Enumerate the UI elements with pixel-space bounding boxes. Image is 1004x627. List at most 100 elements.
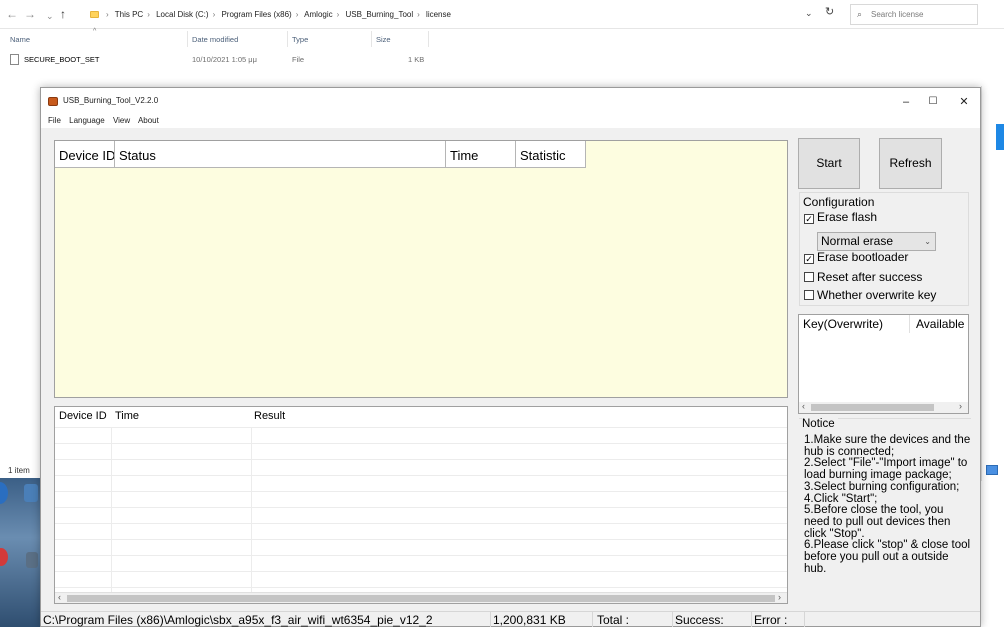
column-divider[interactable] bbox=[371, 31, 372, 47]
column-header-time[interactable]: Time bbox=[446, 141, 516, 168]
horizontal-scrollbar[interactable]: ‹ › bbox=[799, 401, 968, 413]
row-divider bbox=[55, 539, 787, 540]
column-header-type[interactable]: Type bbox=[292, 35, 308, 44]
search-icon: ⌕ bbox=[857, 9, 863, 19]
column-header-statistic[interactable]: Statistic bbox=[516, 141, 586, 168]
start-button[interactable]: Start bbox=[798, 138, 860, 189]
notice-line: 6.Please click "stop" & close tool befor… bbox=[804, 539, 971, 575]
chevron-down-icon[interactable]: ⌄ bbox=[805, 8, 813, 19]
column-header-device-id[interactable]: Device ID bbox=[55, 141, 115, 168]
checkbox-unchecked-icon[interactable] bbox=[804, 290, 814, 300]
erase-bootloader-checkbox[interactable]: ✓ Erase bootloader bbox=[804, 250, 908, 264]
image-size: 1,200,831 KB bbox=[491, 612, 593, 627]
column-header-available[interactable]: Available bbox=[916, 317, 964, 331]
back-arrow-icon[interactable]: ← bbox=[6, 7, 18, 21]
overwrite-key-checkbox[interactable]: Whether overwrite key bbox=[804, 288, 936, 302]
column-divider[interactable] bbox=[187, 31, 188, 47]
column-divider[interactable] bbox=[287, 31, 288, 47]
column-header-name[interactable]: Name bbox=[10, 35, 30, 44]
configuration-title: Configuration bbox=[803, 195, 877, 209]
breadcrumb-separator: › bbox=[212, 10, 216, 19]
horizontal-scrollbar[interactable]: ‹ › bbox=[55, 592, 787, 603]
menu-language[interactable]: Language bbox=[69, 116, 105, 125]
refresh-button[interactable]: Refresh bbox=[879, 138, 942, 189]
sort-caret-icon: ^ bbox=[93, 28, 97, 35]
checkbox-unchecked-icon[interactable] bbox=[804, 272, 814, 282]
status-bar: C:\Program Files (x86)\Amlogic\sbx_a95x_… bbox=[41, 611, 980, 627]
breadcrumb-item[interactable]: Program Files (x86) bbox=[221, 10, 291, 19]
close-button[interactable]: ✕ bbox=[949, 93, 979, 111]
folder-icon bbox=[90, 11, 99, 18]
row-divider bbox=[55, 459, 787, 460]
column-header-status[interactable]: Status bbox=[115, 141, 446, 168]
file-date: 10/10/2021 1:05 μμ bbox=[192, 55, 257, 64]
file-icon bbox=[10, 54, 19, 65]
scroll-right-icon[interactable]: › bbox=[959, 401, 962, 411]
menu-about[interactable]: About bbox=[138, 116, 159, 125]
scroll-right-icon[interactable]: › bbox=[778, 592, 781, 602]
reset-after-success-label: Reset after success bbox=[817, 270, 923, 284]
column-header-time[interactable]: Time bbox=[115, 410, 139, 422]
device-status-table[interactable]: Device ID Status Time Statistic bbox=[54, 140, 788, 398]
checkbox-checked-icon[interactable]: ✓ bbox=[804, 254, 814, 264]
column-header-date[interactable]: Date modified bbox=[192, 35, 238, 44]
scrollbar-thumb[interactable] bbox=[811, 404, 934, 411]
column-header-size[interactable]: Size bbox=[376, 35, 391, 44]
column-header-key[interactable]: Key(Overwrite) bbox=[803, 317, 883, 331]
breadcrumb-item[interactable]: This PC bbox=[115, 10, 143, 19]
breadcrumb-separator: › bbox=[147, 10, 150, 19]
notice-group: Notice 1.Make sure the devices and the h… bbox=[799, 418, 971, 602]
breadcrumb-item[interactable]: license bbox=[426, 10, 451, 19]
up-arrow-icon[interactable]: ↑ bbox=[60, 7, 66, 21]
desktop-app-icon[interactable] bbox=[26, 552, 38, 568]
result-table[interactable]: Device ID Time Result ‹ › bbox=[54, 406, 788, 604]
erase-mode-select[interactable]: Normal erase ⌄ bbox=[817, 232, 936, 251]
item-count: 1 item bbox=[8, 466, 30, 475]
scroll-left-icon[interactable]: ‹ bbox=[802, 401, 805, 411]
scrollbar-thumb[interactable] bbox=[67, 595, 775, 602]
notice-title: Notice bbox=[802, 418, 838, 430]
breadcrumb-separator: › bbox=[106, 10, 109, 19]
column-header-device-id[interactable]: Device ID bbox=[59, 410, 107, 422]
address-bar[interactable]: › This PC › Local Disk (C:) › Program File… bbox=[86, 4, 808, 25]
recent-locations-icon[interactable]: ⌄ bbox=[46, 9, 54, 23]
erase-flash-label: Erase flash bbox=[817, 210, 878, 224]
row-divider bbox=[55, 507, 787, 508]
menu-view[interactable]: View bbox=[113, 116, 130, 125]
row-divider bbox=[55, 587, 787, 588]
erase-flash-checkbox[interactable]: ✓ Erase flash bbox=[804, 210, 877, 224]
breadcrumb-item[interactable]: Local Disk (C:) bbox=[156, 10, 208, 19]
file-size: 1 KB bbox=[408, 55, 425, 64]
menu-file[interactable]: File bbox=[48, 116, 61, 125]
notice-line: 3.Select burning configuration; bbox=[804, 480, 960, 493]
key-overwrite-list[interactable]: Key(Overwrite) Available ‹ › bbox=[798, 314, 969, 414]
success-count: Success: bbox=[673, 612, 752, 627]
reset-after-success-checkbox[interactable]: Reset after success bbox=[804, 270, 922, 284]
configuration-group: Configuration ✓ Erase flash Normal erase … bbox=[799, 192, 969, 306]
maximize-button[interactable]: ☐ bbox=[918, 93, 948, 111]
breadcrumb-separator: › bbox=[417, 10, 420, 19]
image-path: C:\Program Files (x86)\Amlogic\sbx_a95x_… bbox=[41, 612, 491, 627]
device-table-header: Device ID Status Time Statistic bbox=[55, 141, 586, 168]
checkbox-checked-icon[interactable]: ✓ bbox=[804, 214, 814, 224]
column-divider[interactable] bbox=[428, 31, 429, 47]
taskbar-app-icon[interactable] bbox=[986, 465, 998, 475]
breadcrumb-item[interactable]: USB_Burning_Tool bbox=[346, 10, 414, 19]
minimize-button[interactable]: – bbox=[891, 93, 921, 111]
scroll-left-icon[interactable]: ‹ bbox=[58, 592, 61, 602]
search-input[interactable]: ⌕ Search license bbox=[850, 4, 978, 25]
background-window-accent bbox=[996, 124, 1004, 150]
desktop-app-icon[interactable] bbox=[24, 484, 38, 502]
file-name: SECURE_BOOT_SET bbox=[24, 55, 100, 64]
notice-line: 1.Make sure the devices and the hub is c… bbox=[804, 434, 971, 458]
forward-arrow-icon[interactable]: → bbox=[24, 7, 36, 21]
column-header-result[interactable]: Result bbox=[254, 410, 285, 422]
refresh-icon[interactable]: ↻ bbox=[825, 5, 834, 18]
title-bar[interactable]: USB_Burning_Tool_V2.2.0 – ☐ ✕ bbox=[41, 88, 980, 114]
overwrite-key-label: Whether overwrite key bbox=[817, 288, 937, 302]
notice-text: 1.Make sure the devices and the hub is c… bbox=[804, 434, 972, 575]
erase-mode-value: Normal erase bbox=[821, 234, 894, 248]
file-row[interactable]: SECURE_BOOT_SET 10/10/2021 1:05 μμ File … bbox=[10, 52, 430, 67]
column-divider bbox=[909, 315, 910, 333]
breadcrumb-item[interactable]: Amlogic bbox=[304, 10, 332, 19]
